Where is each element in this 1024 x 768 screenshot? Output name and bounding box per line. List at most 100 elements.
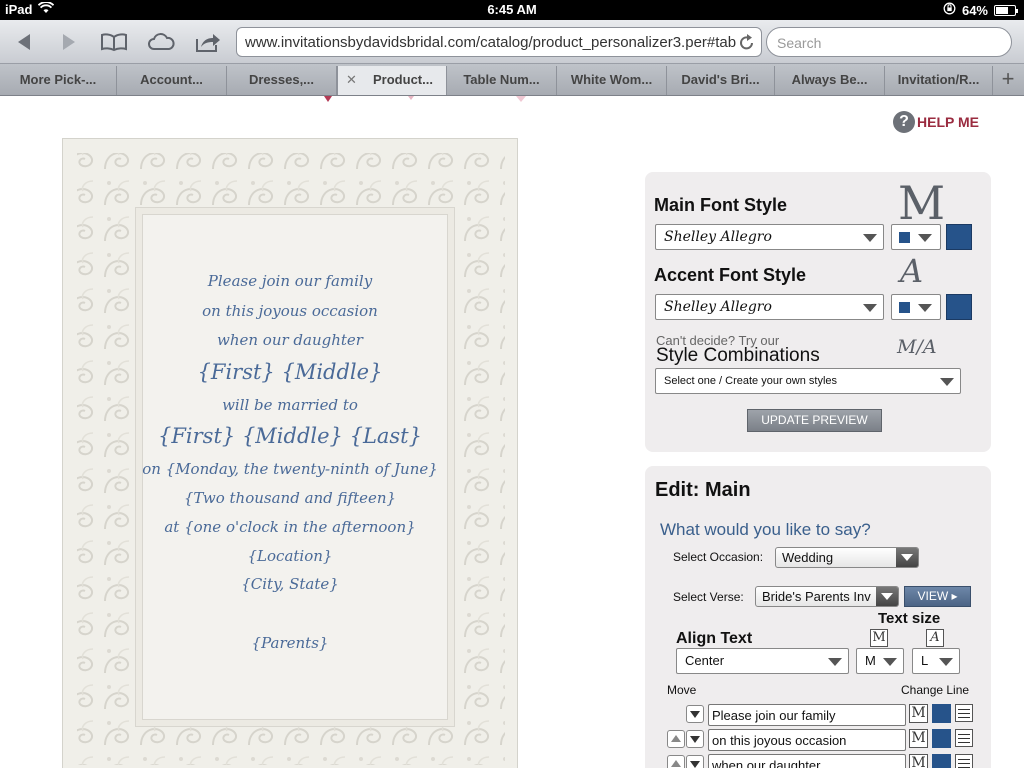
tab-label: Product... [373,72,433,87]
move-line-down-button[interactable] [686,705,704,723]
accent-font-glyph: A [900,252,924,290]
search-field[interactable]: Search [766,27,1012,57]
invite-line-12: {Parents} [251,634,329,652]
accent-font-value: Shelley Allegro [664,299,772,315]
invite-line-1: Please join our family [207,272,373,290]
chevron-down-icon [918,304,932,312]
tab-label: Table Num... [463,72,540,87]
align-value: Center [685,653,725,668]
line-options-icon[interactable] [955,754,973,768]
tab-product[interactable]: ✕ Product... [337,66,447,95]
new-tab-icon[interactable]: + [996,67,1020,93]
line-text: when our daughter [712,758,821,768]
heart-decoration-icon [324,96,526,102]
tab-bar: More Pick-... Account... Dresses,... ✕ Pr… [0,64,1024,96]
address-bar[interactable]: www.invitationsbydavidsbridal.com/catalo… [236,27,762,57]
tab-dresses[interactable]: Dresses,... [227,66,337,95]
invite-line-7: on {Monday, the twenty-ninth of June} [142,460,438,478]
move-line-up-button[interactable] [667,755,685,768]
help-me-link[interactable]: ? HELP ME [893,111,979,133]
line-color-swatch[interactable] [932,754,951,768]
rotation-lock-icon [943,2,956,18]
tab-table-num[interactable]: Table Num... [447,66,557,95]
text-size-label: Text size [878,610,941,627]
invite-line-6: {First} {Middle} {Last} [158,424,422,448]
verse-select[interactable]: Bride's Parents Inv [755,586,899,607]
accent-size-select[interactable]: L [912,648,960,674]
line-input[interactable]: on this joyous occasion [708,729,906,751]
move-line-up-button[interactable] [667,730,685,748]
update-preview-button[interactable]: UPDATE PREVIEW [747,409,882,432]
line-color-swatch[interactable] [932,704,951,723]
color-swatch [899,302,910,313]
view-verse-button[interactable]: VIEW ▸ [904,586,971,607]
invite-line-3: when our daughter [217,331,363,349]
chevron-down-icon [863,234,877,242]
main-size-value: M [865,653,876,668]
verse-value: Bride's Parents Inv [762,589,871,604]
close-tab-icon[interactable]: ✕ [346,72,357,88]
tab-white-wom[interactable]: White Wom... [557,66,667,95]
line-text: Please join our family [712,708,836,723]
accent-font-select[interactable]: Shelley Allegro [655,294,884,320]
tab-invitation[interactable]: Invitation/R... [885,66,993,95]
line-font-main-toggle[interactable]: M [909,729,928,748]
edit-main-title: Edit: Main [655,479,751,502]
tab-davids-bridal[interactable]: David's Bri... [667,66,775,95]
line-input[interactable]: Please join our family [708,704,906,726]
main-font-glyph: M [898,176,946,230]
align-select[interactable]: Center [676,648,849,674]
chevron-down-icon [863,304,877,312]
line-color-swatch[interactable] [932,729,951,748]
accent-color-swatch[interactable] [946,294,972,320]
chevron-down-icon [828,658,842,666]
help-label: HELP ME [917,114,979,130]
move-line-down-button[interactable] [686,730,704,748]
move-line-down-button[interactable] [686,755,704,768]
bookmarks-icon[interactable] [98,28,130,56]
icloud-tabs-icon[interactable] [145,28,177,56]
tab-always-be[interactable]: Always Be... [775,66,885,95]
style-combination-select[interactable]: Select one / Create your own styles [655,368,961,394]
line-options-icon[interactable] [955,729,973,747]
reload-icon[interactable] [739,33,755,55]
occasion-label: Select Occasion: [673,550,764,564]
combo-glyph: M/A [897,336,937,358]
chevron-down-icon [883,658,897,666]
help-icon: ? [893,111,915,133]
line-font-main-toggle[interactable]: M [909,754,928,768]
accent-size-value: L [921,653,929,668]
tab-label: David's Bri... [681,72,760,87]
tab-label: White Wom... [570,72,653,87]
main-color-swatch[interactable] [946,224,972,250]
say-question: What would you like to say? [660,520,871,539]
main-size-select[interactable]: M [856,648,904,674]
edit-main-title-text: Edit: Main [655,479,751,501]
share-icon[interactable] [192,28,224,56]
status-bar: iPad 6:45 AM 64% [0,0,1024,20]
accent-font-title: Accent Font Style [654,265,807,285]
invite-line-8: {Two thousand and fifteen} [183,489,397,507]
clock: 6:45 AM [487,2,537,17]
tab-more-pick[interactable]: More Pick-... [0,66,117,95]
main-font-select[interactable]: Shelley Allegro [655,224,884,250]
invite-line-9: at {one o'clock in the afternoon} [164,518,416,536]
view-label: VIEW [917,589,949,603]
line-options-icon[interactable] [955,704,973,722]
forward-icon[interactable] [53,28,85,56]
line-input[interactable]: when our daughter [708,754,906,768]
tab-label: Always Be... [791,72,868,87]
line-font-main-toggle[interactable]: M [909,704,928,723]
accent-color-select[interactable] [891,294,941,320]
web-page: ? HELP ME Please join our family on this… [0,96,1024,768]
style-combinations-title: Style Combinations [656,345,820,366]
invitation-preview [62,138,518,768]
style-combination-value: Select one / Create your own styles [664,375,838,387]
occasion-select[interactable]: Wedding [775,547,919,568]
tab-label: Invitation/R... [897,72,980,87]
chevron-down-icon [876,587,898,606]
back-icon[interactable] [8,28,40,56]
main-color-select[interactable] [891,224,941,250]
tab-account[interactable]: Account... [117,66,227,95]
chevron-down-icon [896,548,918,567]
